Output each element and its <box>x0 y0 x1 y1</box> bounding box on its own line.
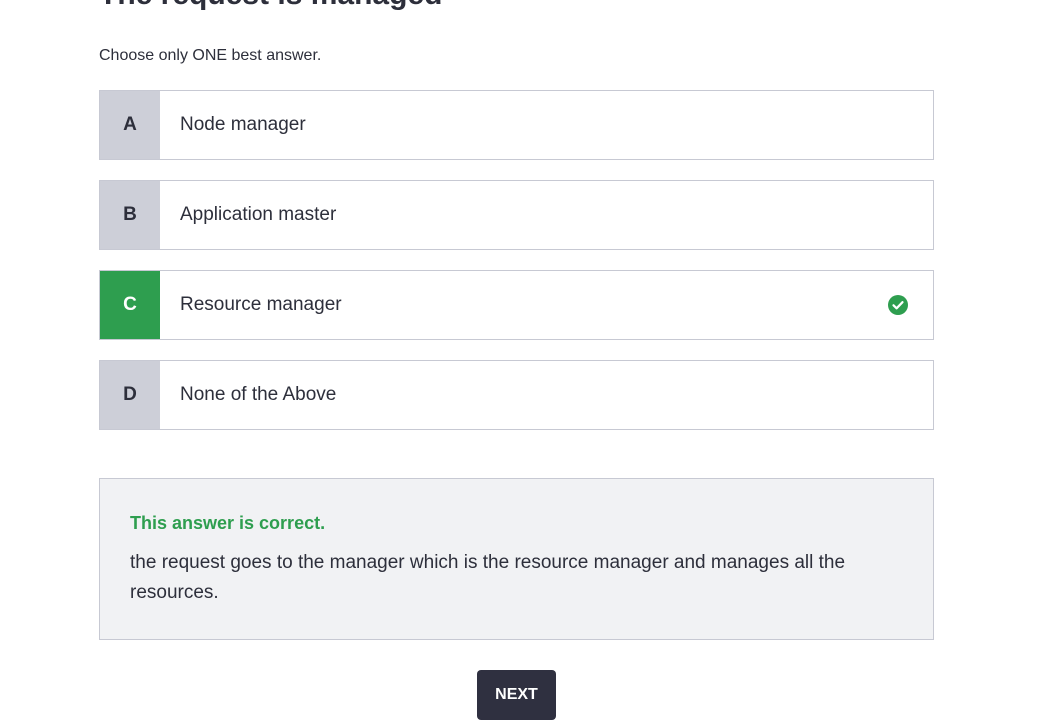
option-text: Node manager <box>180 114 306 135</box>
question-title: The request is managed <box>99 0 442 12</box>
feedback-status: This answer is correct. <box>130 513 326 533</box>
next-button[interactable]: NEXT <box>477 670 556 720</box>
option-d[interactable]: D None of the Above <box>99 360 934 430</box>
option-letter: C <box>100 271 160 339</box>
check-circle-icon <box>863 271 933 339</box>
option-b[interactable]: B Application master <box>99 180 934 250</box>
answer-options: A Node manager B Application master C Re… <box>99 90 934 450</box>
option-text: None of the Above <box>180 384 337 405</box>
feedback-explanation: the request goes to the manager which is… <box>130 552 846 603</box>
instruction-text: Choose only ONE best answer. <box>99 47 322 64</box>
feedback-panel: This answer is correct. the request goes… <box>99 478 934 640</box>
option-text: Resource manager <box>180 294 342 315</box>
quiz-page: The request is managed Choose only ONE b… <box>0 0 1042 725</box>
option-letter: A <box>100 91 160 159</box>
option-text: Application master <box>180 204 337 225</box>
option-a[interactable]: A Node manager <box>99 90 934 160</box>
option-c[interactable]: C Resource manager <box>99 270 934 340</box>
option-letter: B <box>100 181 160 249</box>
option-letter: D <box>100 361 160 429</box>
